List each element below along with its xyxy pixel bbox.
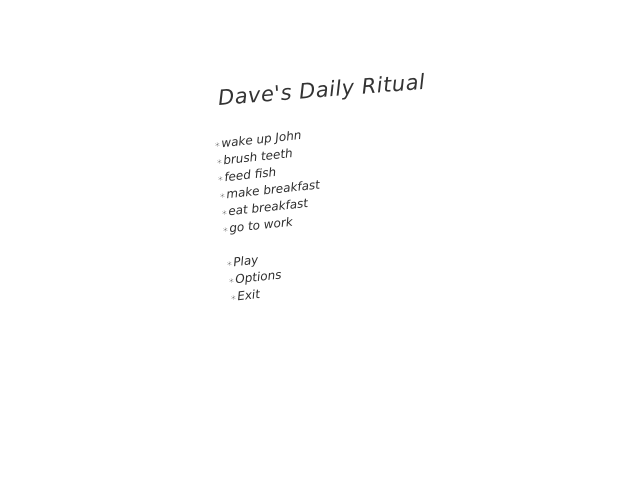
main-menu: ∗Play ∗Options ∗Exit [0, 0, 640, 480]
exit-button[interactable]: ∗Exit [229, 287, 261, 306]
play-button[interactable]: ∗Play [225, 253, 259, 272]
play-label: Play [232, 252, 259, 270]
exit-label: Exit [236, 286, 261, 304]
